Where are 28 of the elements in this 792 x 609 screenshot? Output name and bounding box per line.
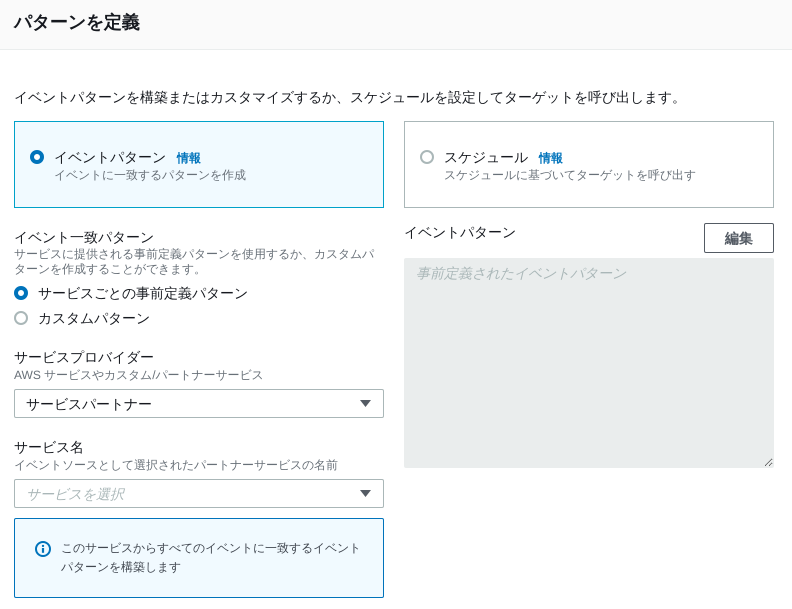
caret-icon <box>360 490 371 497</box>
option-title: スケジュール <box>444 148 528 166</box>
field-description: イベントソースとして選択されたパートナーサービスの名前 <box>14 457 338 473</box>
radio-label: カスタムパターン <box>38 308 150 328</box>
field-description: AWS サービスやカスタム/パートナーサービス <box>14 367 264 383</box>
info-icon <box>35 540 51 556</box>
option-description: イベントに一致するパターンを作成 <box>54 167 246 183</box>
radio-button[interactable] <box>14 310 28 324</box>
radio-button[interactable] <box>14 286 28 300</box>
dropdown-select[interactable]: サービスパートナー <box>14 389 384 418</box>
field-label: イベント一致パターン <box>14 228 154 247</box>
option-tile[interactable]: スケジュール 情報 スケジュールに基づいてターゲットを呼び出す <box>404 121 774 208</box>
radio-button[interactable] <box>30 150 44 164</box>
radio-button[interactable] <box>420 150 434 164</box>
page-title: パターンを定義 <box>14 11 140 34</box>
info-link[interactable]: 情報 <box>177 149 201 167</box>
alert-text: このサービスからすべてのイベントに一致するイベントパターンを構築します <box>61 540 362 576</box>
option-tile[interactable]: イベントパターン 情報 イベントに一致するパターンを作成 <box>14 121 384 208</box>
field-label: サービス名 <box>14 438 84 457</box>
intro-text: イベントパターンを構築またはカスタマイズするか、スケジュールを設定してターゲットを呼び出します。 <box>14 88 686 107</box>
field-description: サービスに提供される事前定義パターンを使用するか、カスタムパターンを作成することができます。 <box>14 247 376 277</box>
radio-label: サービスごとの事前定義パターン <box>38 284 248 302</box>
field-label: サービスプロバイダー <box>14 348 154 367</box>
info-link[interactable]: 情報 <box>539 149 563 167</box>
section-label: イベントパターン <box>404 223 516 241</box>
option-title: イベントパターン <box>54 148 166 166</box>
caret-icon <box>360 400 371 407</box>
option-description: スケジュールに基づいてターゲットを呼び出す <box>444 167 696 183</box>
